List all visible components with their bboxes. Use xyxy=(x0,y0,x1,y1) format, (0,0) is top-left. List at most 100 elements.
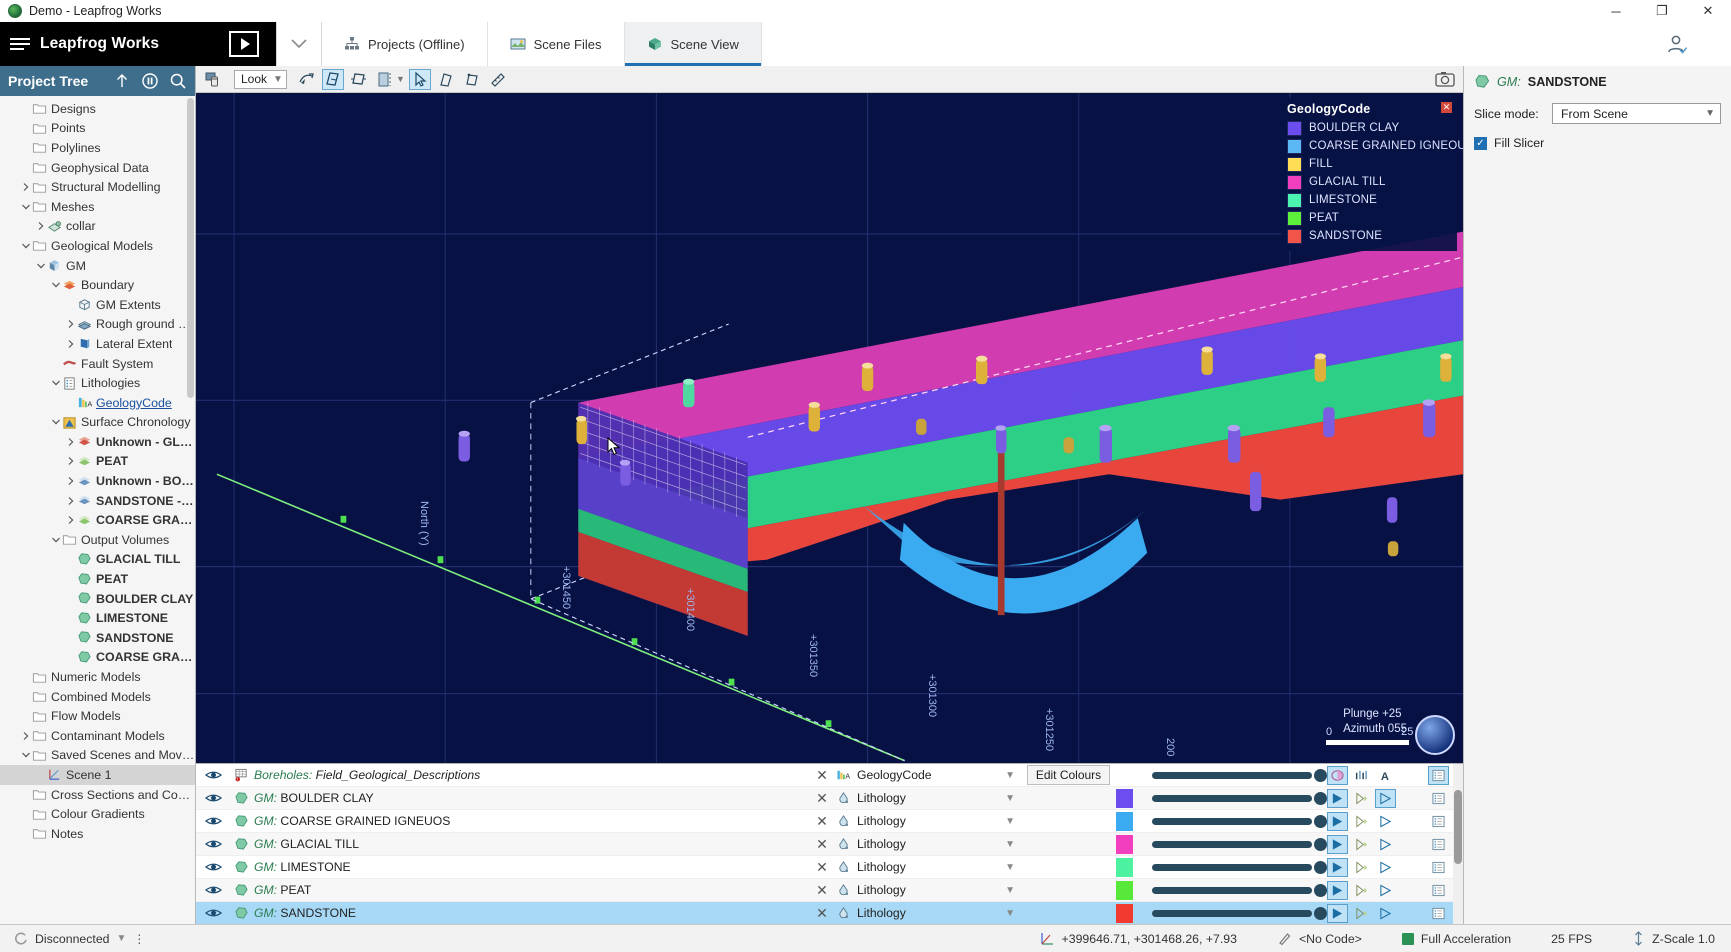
text-label-button[interactable]: A xyxy=(1375,766,1396,785)
tree-twisty[interactable] xyxy=(49,535,62,545)
minimize-button[interactable]: ─ xyxy=(1593,0,1639,22)
tree-item-designs[interactable]: Designs xyxy=(0,99,195,119)
tree-item-boulder-clay[interactable]: BOULDER CLAY xyxy=(0,589,195,609)
tree-item-fault-system[interactable]: Fault System xyxy=(0,354,195,374)
tree-twisty[interactable] xyxy=(64,515,77,525)
look-dropdown[interactable]: Look ▼ xyxy=(234,70,287,89)
tree-item-lithologies[interactable]: Lithologies xyxy=(0,373,195,393)
tree-item-flow-models[interactable]: Flow Models xyxy=(0,706,195,726)
project-tree-scrollbar[interactable] xyxy=(187,98,194,398)
property-dropdown[interactable]: Lithology▼ xyxy=(836,906,1021,920)
scene-list-row[interactable]: GM: COARSE GRAINED IGNEUOS✕Lithology▼ xyxy=(196,810,1453,833)
play-solid-button[interactable] xyxy=(1327,858,1348,877)
chevron-right-icon[interactable] xyxy=(66,496,76,506)
tree-twisty[interactable] xyxy=(64,496,77,506)
play-faded-button[interactable] xyxy=(1351,881,1372,900)
colour-swatch[interactable] xyxy=(1116,904,1133,923)
slider-track[interactable] xyxy=(1152,795,1312,802)
row-list-button[interactable] xyxy=(1423,789,1453,808)
play-outline-button[interactable] xyxy=(1375,858,1396,877)
play-solid-button[interactable] xyxy=(1327,835,1348,854)
tree-item-output-volumes[interactable]: Output Volumes xyxy=(0,530,195,550)
tree-twisty[interactable] xyxy=(64,339,77,349)
close-button[interactable]: ✕ xyxy=(1685,0,1731,22)
tab-scene-view[interactable]: Scene View xyxy=(625,22,762,66)
arrow-up-icon[interactable] xyxy=(113,72,131,90)
opacity-slider[interactable] xyxy=(1152,769,1327,782)
tree-item-rough-ground-su[interactable]: Rough ground su... xyxy=(0,315,195,335)
list-button[interactable] xyxy=(1428,904,1449,923)
scene-list-rows[interactable]: !Boreholes: Field_Geological_Description… xyxy=(196,764,1453,924)
tree-twisty[interactable] xyxy=(34,261,47,271)
slider-knob[interactable] xyxy=(1314,815,1327,828)
slider-knob[interactable] xyxy=(1314,907,1327,920)
scene-list-scrollbar[interactable] xyxy=(1453,764,1463,924)
tree-twisty[interactable] xyxy=(19,182,32,192)
colour-swatch[interactable] xyxy=(1116,858,1133,877)
play-solid-icon[interactable] xyxy=(1330,815,1345,828)
visibility-toggle[interactable] xyxy=(196,907,230,919)
list-button[interactable] xyxy=(1428,789,1449,808)
chevron-right-icon[interactable] xyxy=(36,221,46,231)
chevron-right-icon[interactable] xyxy=(66,515,76,525)
play-outline-icon[interactable] xyxy=(1378,838,1393,851)
zscale-readout[interactable]: Z-Scale 1.0 xyxy=(1632,931,1715,946)
chevron-right-icon[interactable] xyxy=(66,339,76,349)
tree-item-geological-models[interactable]: Geological Models xyxy=(0,236,195,256)
tree-twisty[interactable] xyxy=(19,202,32,212)
row-list-button[interactable] xyxy=(1423,881,1453,900)
remove-object-button[interactable]: ✕ xyxy=(808,905,836,922)
list-icon[interactable] xyxy=(1431,769,1446,782)
draw-polyline-icon[interactable] xyxy=(435,69,457,90)
slider-knob[interactable] xyxy=(1314,861,1327,874)
remove-object-button[interactable]: ✕ xyxy=(808,882,836,899)
play-solid-button[interactable] xyxy=(1327,812,1348,831)
visibility-eye-icon[interactable] xyxy=(205,838,222,850)
property-dropdown[interactable]: Lithology▼ xyxy=(836,860,1021,874)
chevron-down-icon[interactable]: ▼ xyxy=(1005,862,1021,873)
chevron-down-icon[interactable]: ▼ xyxy=(1005,793,1021,804)
tree-item-sandstone-li[interactable]: SANDSTONE - LI... xyxy=(0,491,195,511)
visibility-eye-icon[interactable] xyxy=(205,884,222,896)
play-outline-icon[interactable] xyxy=(1378,792,1393,805)
opacity-slider[interactable] xyxy=(1152,838,1327,851)
play-faded-icon[interactable] xyxy=(1354,838,1369,851)
visibility-eye-icon[interactable] xyxy=(205,769,222,781)
play-outline-button[interactable] xyxy=(1375,789,1396,808)
colour-swatch[interactable] xyxy=(1116,835,1133,854)
tree-twisty[interactable] xyxy=(49,417,62,427)
scene-list-row[interactable]: GM: LIMESTONE✕Lithology▼ xyxy=(196,856,1453,879)
play-solid-icon[interactable] xyxy=(1330,907,1345,920)
colour-swatch[interactable] xyxy=(1116,881,1133,900)
chevron-down-icon[interactable]: ▼ xyxy=(1005,816,1021,827)
list-button[interactable] xyxy=(1428,835,1449,854)
tree-item-peat[interactable]: PEAT xyxy=(0,569,195,589)
tree-item-polylines[interactable]: Polylines xyxy=(0,138,195,158)
ribbon-dropdown-button[interactable] xyxy=(276,22,322,66)
play-faded-icon[interactable] xyxy=(1354,884,1369,897)
tree-item-sandstone[interactable]: SANDSTONE xyxy=(0,628,195,648)
edit-colours-button[interactable]: Edit Colours xyxy=(1027,765,1110,785)
compass-globe-icon[interactable] xyxy=(1415,715,1455,755)
chevron-down-icon[interactable]: ▼ xyxy=(1005,908,1021,919)
tree-twisty[interactable] xyxy=(34,221,47,231)
opacity-slider[interactable] xyxy=(1152,861,1327,874)
chevron-down-icon[interactable] xyxy=(21,202,31,212)
slider-track[interactable] xyxy=(1152,910,1312,917)
chevron-down-icon[interactable]: ▼ xyxy=(117,933,127,944)
chevron-down-icon[interactable] xyxy=(21,241,31,251)
tree-item-gm-extents[interactable]: GM Extents xyxy=(0,295,195,315)
list-icon[interactable] xyxy=(1431,792,1446,805)
slider-track[interactable] xyxy=(1152,772,1312,779)
tree-item-notes[interactable]: Notes xyxy=(0,824,195,844)
play-outline-icon[interactable] xyxy=(1378,884,1393,897)
play-outline-icon[interactable] xyxy=(1378,907,1393,920)
tree-twisty[interactable] xyxy=(64,476,77,486)
play-scene-cell[interactable] xyxy=(212,22,276,66)
list-icon[interactable] xyxy=(1431,884,1446,897)
chevron-right-icon[interactable] xyxy=(66,456,76,466)
tree-twisty[interactable] xyxy=(49,280,62,290)
tree-item-contaminant-models[interactable]: Contaminant Models xyxy=(0,726,195,746)
colour-swatch-cell[interactable] xyxy=(1116,812,1152,831)
chevron-right-icon[interactable] xyxy=(21,731,31,741)
